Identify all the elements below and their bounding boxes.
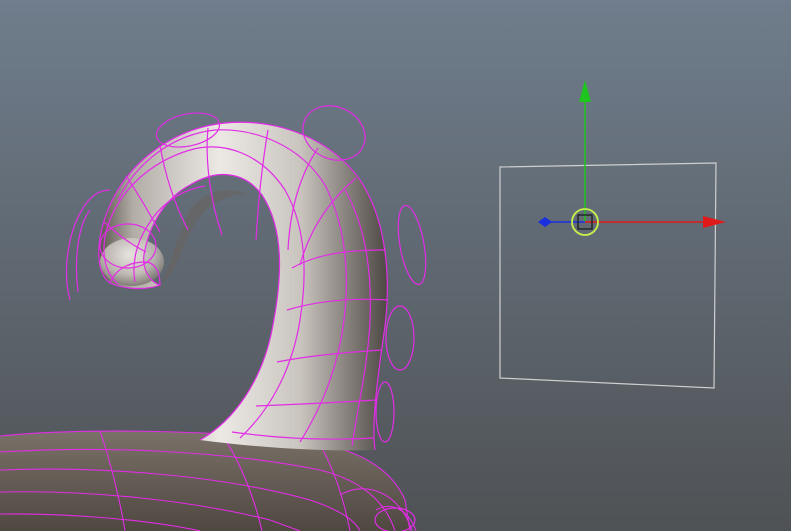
3d-viewport[interactable] [0, 0, 791, 531]
viewport-scene[interactable] [0, 0, 791, 531]
